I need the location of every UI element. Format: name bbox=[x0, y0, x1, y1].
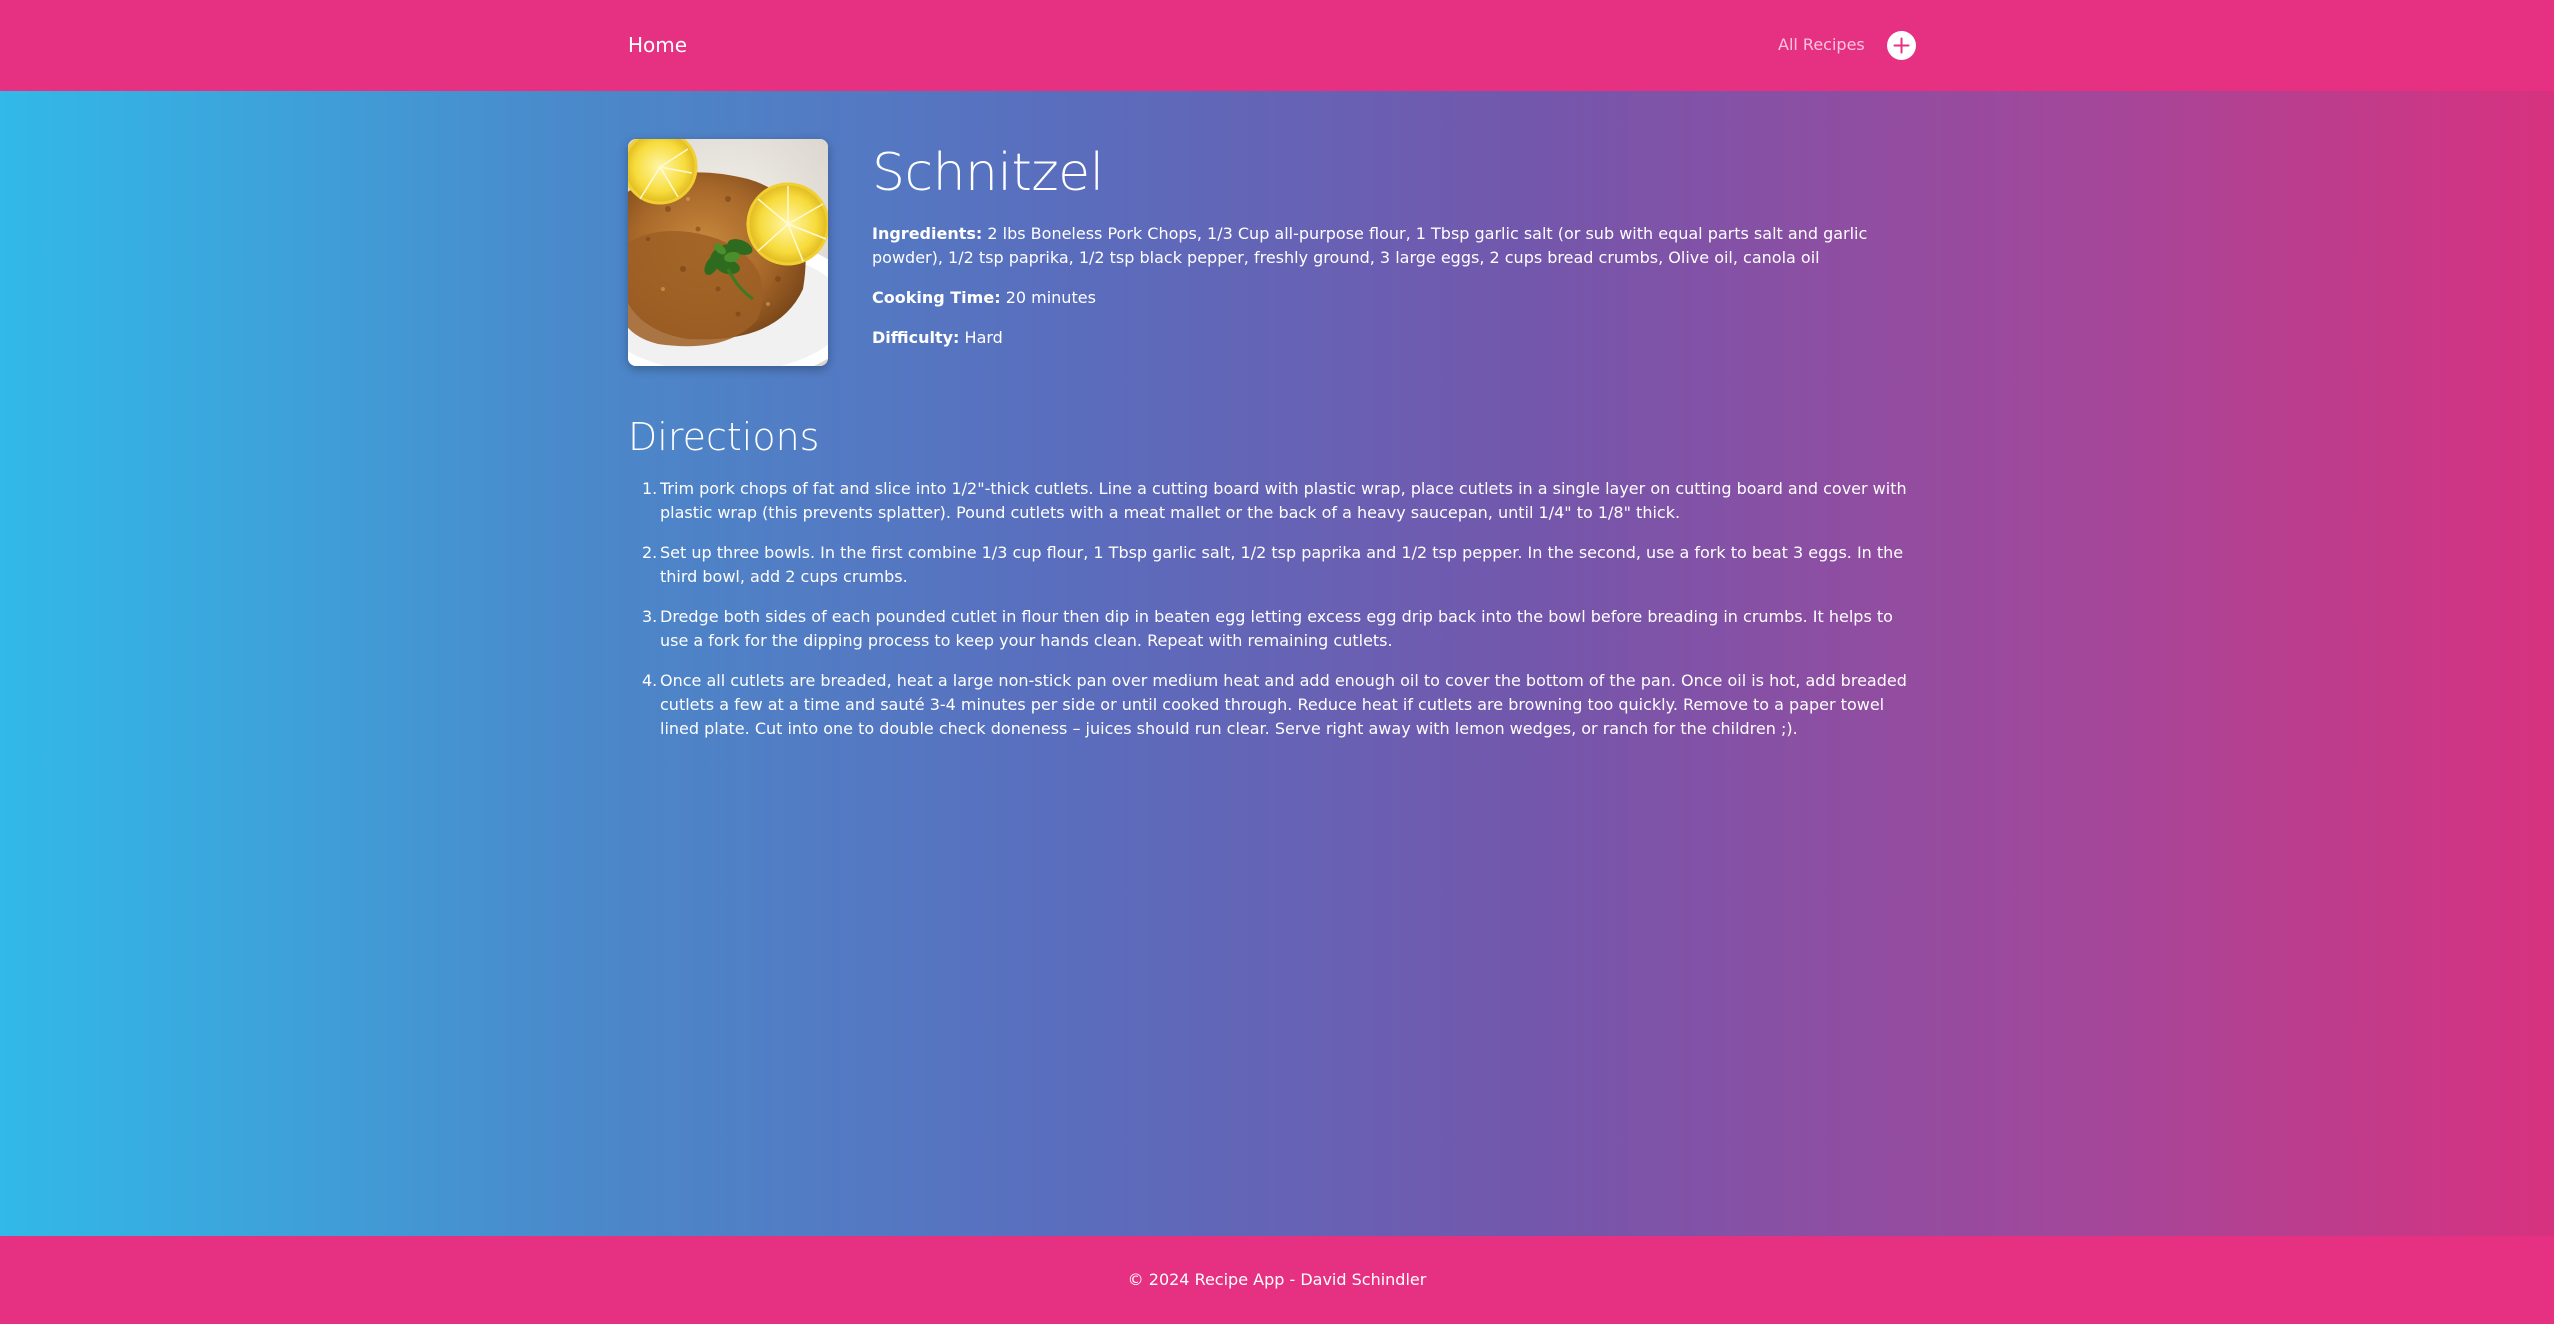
navbar: Home All Recipes bbox=[0, 0, 2554, 91]
direction-step: 4. Once all cutlets are breaded, heat a … bbox=[628, 669, 1918, 741]
navbar-container: Home All Recipes bbox=[628, 0, 1916, 91]
step-number: 3. bbox=[642, 607, 658, 626]
cooking-time-label: Cooking Time: bbox=[872, 288, 1001, 307]
step-text: Dredge both sides of each pounded cutlet… bbox=[660, 607, 1893, 650]
recipe-image bbox=[628, 139, 828, 366]
recipe-cooking-time: Cooking Time: 20 minutes bbox=[872, 286, 1917, 310]
step-text: Once all cutlets are breaded, heat a lar… bbox=[660, 671, 1907, 738]
cooking-time-value: 20 minutes bbox=[1005, 288, 1096, 307]
recipe-title: Schnitzel bbox=[872, 143, 1104, 203]
difficulty-value: Hard bbox=[964, 328, 1003, 347]
step-text: Set up three bowls. In the first combine… bbox=[660, 543, 1904, 586]
step-text: Trim pork chops of fat and slice into 1/… bbox=[660, 479, 1907, 522]
step-number: 1. bbox=[642, 479, 658, 498]
plus-circle-icon bbox=[1893, 37, 1910, 54]
ingredients-value: 2 lbs Boneless Pork Chops, 1/3 Cup all-p… bbox=[872, 224, 1868, 267]
main-content: Schnitzel Ingredients: 2 lbs Boneless Po… bbox=[0, 91, 2554, 1236]
step-number: 2. bbox=[642, 543, 658, 562]
recipe-ingredients: Ingredients: 2 lbs Boneless Pork Chops, … bbox=[872, 222, 1917, 270]
nav-home-link[interactable]: Home bbox=[628, 33, 687, 57]
nav-all-recipes-link[interactable]: All Recipes bbox=[1778, 35, 1865, 54]
footer-copyright: © 2024 Recipe App - David Schindler bbox=[1127, 1270, 1427, 1289]
direction-step: 1. Trim pork chops of fat and slice into… bbox=[628, 477, 1918, 525]
add-recipe-button[interactable] bbox=[1887, 31, 1916, 60]
direction-step: 2. Set up three bowls. In the first comb… bbox=[628, 541, 1918, 589]
footer: © 2024 Recipe App - David Schindler bbox=[0, 1236, 2554, 1324]
ingredients-label: Ingredients: bbox=[872, 224, 983, 243]
directions-heading: Directions bbox=[628, 415, 820, 459]
directions-list: 1. Trim pork chops of fat and slice into… bbox=[628, 477, 1918, 757]
recipe-difficulty: Difficulty: Hard bbox=[872, 326, 1917, 350]
step-number: 4. bbox=[642, 671, 658, 690]
direction-step: 3. Dredge both sides of each pounded cut… bbox=[628, 605, 1918, 653]
difficulty-label: Difficulty: bbox=[872, 328, 960, 347]
schnitzel-photo bbox=[628, 139, 828, 366]
